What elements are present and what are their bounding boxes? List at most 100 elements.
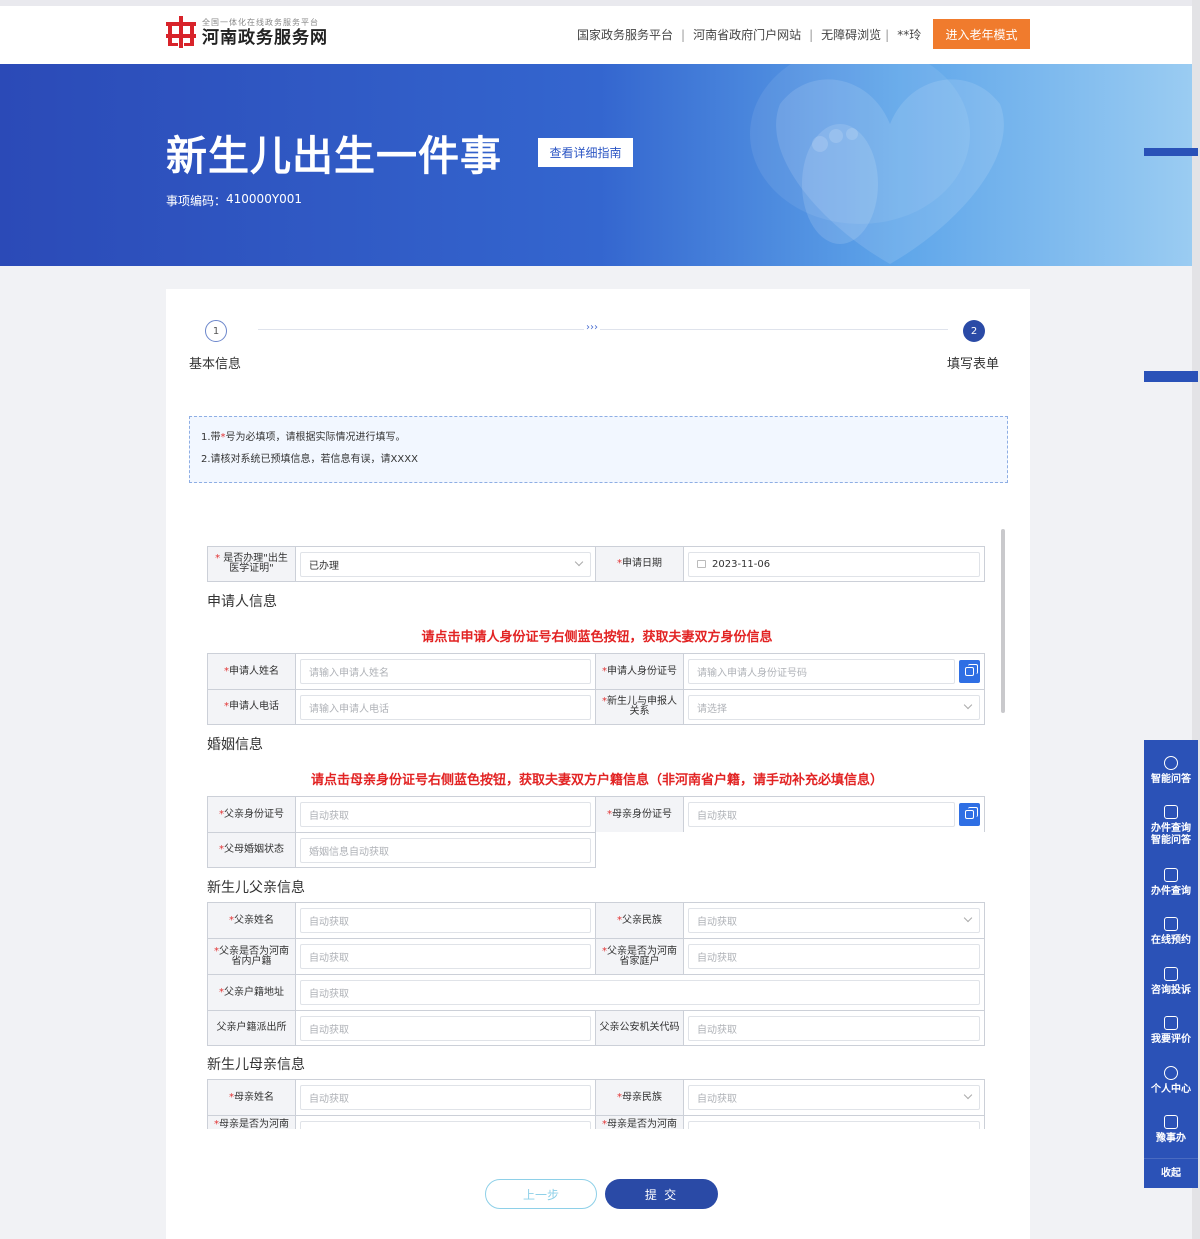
elder-mode-button[interactable]: 进入老年模式 [933,19,1030,49]
form-row: * 是否办理"出生医学证明" 已办理 *申请日期 2023-11-06 [207,546,985,582]
field-label: *父亲是否为河南省家庭户 [596,939,684,974]
relation-select[interactable]: 请选择 [688,694,980,720]
separator: | [809,27,814,42]
hero-banner: 新生儿出生一件事 查看详细指南 事项编码： 410000Y001 [0,64,1200,266]
logo-mark-icon [166,16,196,48]
mother-name-input[interactable]: 自动获取 [300,1085,591,1110]
form-row: *申请人电话 请输入申请人电话 *新生儿与申报人关系 请选择 [207,689,985,725]
chevron-down-icon [963,1090,973,1100]
application-form: * 是否办理"出生医学证明" 已办理 *申请日期 2023-11-06 申请人信… [207,546,987,1129]
field-label: *申请人电话 [208,690,296,724]
father-police-code-input[interactable]: 自动获取 [688,1015,980,1041]
site-logo[interactable]: 全国一体化在线政务服务平台 河南政务服务网 [166,16,328,48]
link-henan-portal[interactable]: 河南省政府门户网站 [693,26,801,43]
notice-box: 1.带*号为必填项，请根据实际情况进行填写。 2.请核对系统已预填信息，若信息有… [189,416,1008,483]
chat-icon [1164,967,1178,981]
chevron-down-icon [963,913,973,923]
sidebar-item-consult[interactable]: 咨询投诉 [1144,967,1198,997]
item-code-value: 410000Y001 [226,192,303,206]
chevron-down-icon [963,700,973,709]
section-title-applicant: 申请人信息 [207,594,277,610]
sidebar-item-appointment[interactable]: 在线预约 [1144,917,1198,947]
edit-icon [1164,1016,1178,1030]
mother-nation-select[interactable]: 自动获取 [688,1085,980,1110]
fetch-id-info-button[interactable] [959,660,980,683]
sidebar-item-case-query[interactable]: 办件查询 [1144,868,1198,898]
separator: | [681,27,686,42]
step-1-indicator[interactable]: 1 [205,320,227,342]
link-national-platform[interactable]: 国家政务服务平台 [577,26,673,43]
applicant-id-input[interactable]: 请输入申请人身份证号码 [688,659,956,684]
previous-step-button[interactable]: 上一步 [485,1179,597,1209]
link-accessibility[interactable]: 无障碍浏览 [821,26,881,43]
field-label: *父母婚姻状态 [208,833,296,867]
search-doc-icon [1164,805,1178,819]
copy-icon [965,807,979,819]
form-row: *父亲是否为河南省内户籍 自动获取 *父亲是否为河南省家庭户 自动获取 [207,938,985,974]
submit-button[interactable]: 提 交 [605,1179,718,1209]
section-title-marriage: 婚姻信息 [207,737,263,753]
sidebar-collapse-button[interactable]: 收起 [1144,1168,1198,1180]
fetch-household-info-button[interactable] [959,803,980,826]
view-guide-button[interactable]: 查看详细指南 [538,138,633,167]
top-links: 国家政务服务平台 | 河南省政府门户网站 | 无障碍浏览 | **玲 [577,26,921,43]
form-row: 父亲户籍派出所 自动获取 父亲公安机关代码 自动获取 [207,1010,985,1046]
field-label: *父亲户籍地址 [208,975,296,1010]
sidebar-item-ai-qa[interactable]: 智能问答 [1144,756,1198,786]
father-henan-input[interactable]: 自动获取 [300,944,591,969]
baby-hands-illustration [750,64,1004,264]
field-label: *申请人姓名 [208,654,296,689]
field-label: *母亲姓名 [208,1080,296,1115]
step-2-label: 填写表单 [947,357,1000,372]
logo-subtitle: 全国一体化在线政务服务平台 [202,17,319,27]
mother-henan-input[interactable]: 自动获取 [300,1120,591,1129]
step-arrow-icon: ››› [584,322,600,333]
field-label: *新生儿与申报人关系 [596,690,684,724]
father-name-input[interactable]: 自动获取 [300,908,591,933]
side-marker [1144,148,1198,156]
birth-certificate-select[interactable]: 已办理 [300,551,591,577]
field-label: *父亲是否为河南省内户籍 [208,939,296,974]
mother-household-input[interactable]: 自动获取 [688,1120,980,1129]
sidebar-item-case-query-qa[interactable]: 办件查询 智能问答 [1144,805,1198,847]
step-2-indicator[interactable]: 2 [963,320,985,342]
sidebar-item-yushiban[interactable]: 豫事办 [1144,1115,1198,1145]
copy-icon [965,664,979,676]
field-label: *母亲身份证号 [596,797,684,832]
field-label: * 是否办理"出生医学证明" [208,547,296,581]
mother-id-input[interactable]: 自动获取 [688,802,956,827]
father-household-input[interactable]: 自动获取 [688,944,980,969]
field-label: *父亲民族 [596,903,684,938]
field-label: 父亲公安机关代码 [596,1011,684,1045]
marriage-hint: 请点击母亲身份证号右侧蓝色按钮，获取夫妻双方户籍信息（非河南省户籍，请手动补充必… [310,773,883,788]
step-connector [258,329,948,330]
section-title-father: 新生儿父亲信息 [207,880,305,896]
form-row: *母亲是否为河南 自动获取 *母亲是否为河南 自动获取 [207,1115,985,1129]
form-scrollbar[interactable] [1001,529,1005,713]
calendar-icon [697,560,706,568]
logo-title: 河南政务服务网 [202,27,328,48]
sidebar-item-profile[interactable]: 个人中心 [1144,1066,1198,1096]
sidebar-divider [1144,1158,1198,1159]
item-code: 事项编码： 410000Y001 [166,192,302,209]
marriage-status-input[interactable]: 婚姻信息自动获取 [300,837,591,863]
father-police-input[interactable]: 自动获取 [300,1015,591,1041]
apply-date-field[interactable]: 2023-11-06 [688,551,980,577]
form-row: *父亲户籍地址 自动获取 [207,974,985,1010]
father-address-input[interactable]: 自动获取 [300,980,980,1005]
field-label: *父亲姓名 [208,903,296,938]
sidebar-item-evaluate[interactable]: 我要评价 [1144,1016,1198,1046]
applicant-name-input[interactable]: 请输入申请人姓名 [300,659,591,684]
notice-line-1: 1.带*号为必填项，请根据实际情况进行填写。 [201,432,406,443]
floating-sidebar: 智能问答 办件查询 智能问答 办件查询 在线预约 咨询投诉 我要评价 个人中心 … [1144,740,1198,1188]
applicant-phone-input[interactable]: 请输入申请人电话 [300,694,591,720]
calendar-icon [1164,917,1178,931]
father-nation-select[interactable]: 自动获取 [688,908,980,933]
field-label: *申请日期 [596,547,684,581]
form-row: *母亲姓名 自动获取 *母亲民族 自动获取 [207,1079,985,1115]
form-row: *父母婚姻状态 婚姻信息自动获取 [207,832,596,868]
user-name[interactable]: **玲 [897,26,921,43]
search-doc-icon [1164,868,1178,882]
form-row: *父亲身份证号 自动获取 *母亲身份证号 自动获取 [207,796,985,832]
father-id-input[interactable]: 自动获取 [300,802,591,827]
